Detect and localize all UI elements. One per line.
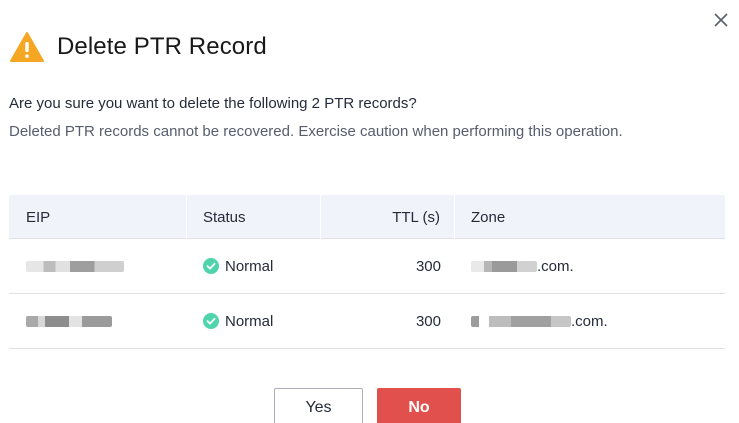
ttl-cell: 300 xyxy=(415,257,441,275)
table-header: EIP Status TTL (s) Zone xyxy=(9,195,725,239)
table-row: Normal 300 .com. xyxy=(9,239,725,294)
column-header-eip: EIP xyxy=(9,195,187,239)
redacted-eip xyxy=(26,315,112,327)
table-row: Normal 300 .com. xyxy=(9,294,725,349)
ttl-cell: 300 xyxy=(415,312,441,330)
ptr-records-table: EIP Status TTL (s) Zone Normal 300 .com.… xyxy=(9,195,725,349)
status-normal-icon xyxy=(203,258,219,274)
status-text: Normal xyxy=(225,257,274,275)
delete-ptr-dialog: Delete PTR Record Are you sure you want … xyxy=(0,0,739,423)
zone-cell: .com. xyxy=(455,239,725,293)
yes-button[interactable]: Yes xyxy=(274,388,363,423)
eip-cell xyxy=(9,239,187,293)
status-normal-icon xyxy=(203,313,219,329)
warning-message: Deleted PTR records cannot be recovered.… xyxy=(9,123,623,140)
no-button[interactable]: No xyxy=(377,388,461,423)
status-cell: Normal xyxy=(187,294,321,348)
zone-suffix: .com. xyxy=(537,257,574,275)
close-icon xyxy=(714,13,728,27)
zone-suffix: .com. xyxy=(571,312,608,330)
close-button[interactable] xyxy=(709,8,733,32)
warning-icon xyxy=(9,30,45,64)
column-header-ttl: TTL (s) xyxy=(321,195,455,239)
confirm-message: Are you sure you want to delete the foll… xyxy=(9,95,417,112)
redacted-eip xyxy=(26,260,124,272)
status-text: Normal xyxy=(225,312,274,330)
eip-cell xyxy=(9,294,187,348)
redacted-zone xyxy=(471,260,537,272)
column-header-zone: Zone xyxy=(471,208,506,226)
dialog-header: Delete PTR Record xyxy=(9,30,267,64)
status-cell: Normal xyxy=(187,239,321,293)
zone-cell: .com. xyxy=(455,294,725,348)
redacted-zone xyxy=(471,315,571,327)
dialog-title: Delete PTR Record xyxy=(57,33,267,60)
column-header-status: Status xyxy=(187,195,321,239)
